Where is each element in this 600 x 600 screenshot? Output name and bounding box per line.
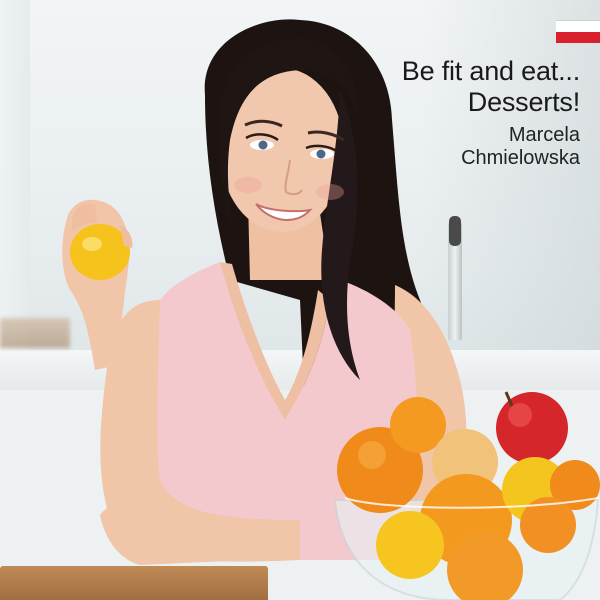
author-last-name: Chmielowska — [461, 147, 580, 169]
title-line-1: Be fit and eat... — [401, 56, 580, 86]
book-title: Be fit and eat... Desserts! — [402, 56, 580, 118]
title-line-2: Desserts! — [467, 87, 580, 117]
cutting-board — [0, 566, 268, 600]
author-name: Marcela Chmielowska — [461, 124, 580, 170]
poland-flag-icon — [556, 20, 600, 43]
author-first-name: Marcela — [508, 124, 580, 146]
flag-red-stripe — [556, 32, 600, 43]
flag-white-stripe — [556, 20, 600, 32]
book-cover: Be fit and eat... Desserts! Marcela Chmi… — [0, 0, 600, 600]
